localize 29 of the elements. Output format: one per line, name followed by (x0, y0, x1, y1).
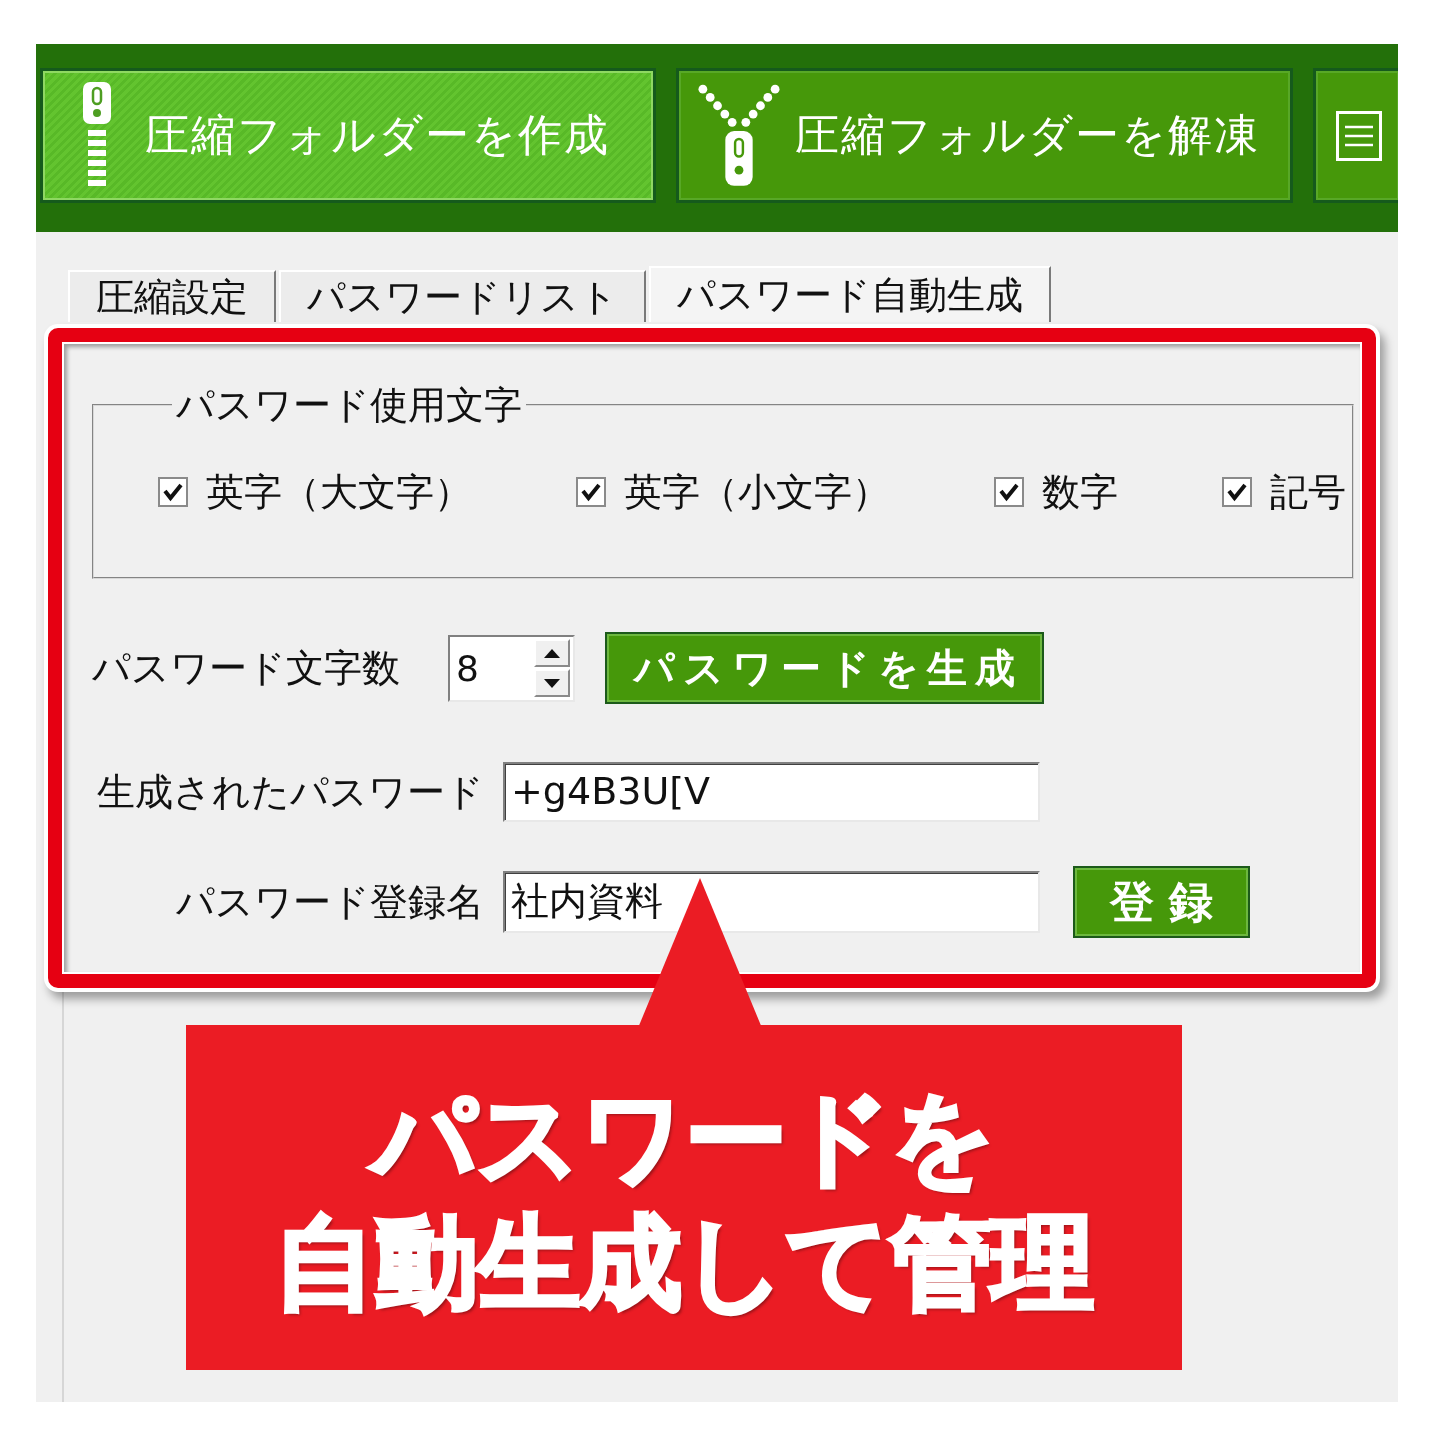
tab[interactable]: パスワード自動生成 (649, 266, 1051, 322)
checkbox-label: 記号 (1270, 469, 1346, 515)
tab[interactable]: パスワードリスト (279, 270, 646, 322)
checkbox[interactable] (1222, 477, 1252, 507)
generated-password-field[interactable]: +g4B3U[V (503, 762, 1040, 822)
open-zipper-icon (698, 83, 780, 188)
checkbox[interactable] (994, 477, 1024, 507)
checkbox[interactable] (158, 477, 188, 507)
generated-password-label: 生成されたパスワード (96, 769, 484, 815)
extract-button[interactable]: 圧縮フォルダーを解凍 (676, 68, 1293, 203)
checkbox-label: 英字（小文字） (624, 469, 890, 515)
spin-down-button[interactable] (534, 669, 570, 697)
registration-name-field[interactable]: 社内資料 (503, 871, 1040, 933)
checkbox-label: 数字 (1042, 469, 1118, 515)
callout-text: 自動生成して管理 (274, 1202, 1094, 1324)
registration-name-label: パスワード登録名 (175, 879, 484, 925)
checkbox[interactable] (576, 477, 606, 507)
checkbox-label: 英字（大文字） (206, 469, 472, 515)
tab[interactable]: 圧縮設定 (68, 270, 276, 322)
register-button[interactable]: 登 録 (1073, 866, 1250, 938)
up-arrow-icon (544, 648, 560, 658)
down-arrow-icon (544, 678, 560, 688)
generate-button[interactable]: パスワードを生成 (605, 632, 1044, 704)
spin-up-button[interactable] (534, 639, 570, 667)
menu-button[interactable] (1313, 68, 1398, 203)
group-title: パスワード使用文字 (175, 382, 523, 428)
length-spinner[interactable]: 8 (448, 634, 575, 702)
menu-icon (1336, 110, 1382, 161)
length-label: パスワード文字数 (92, 645, 400, 691)
